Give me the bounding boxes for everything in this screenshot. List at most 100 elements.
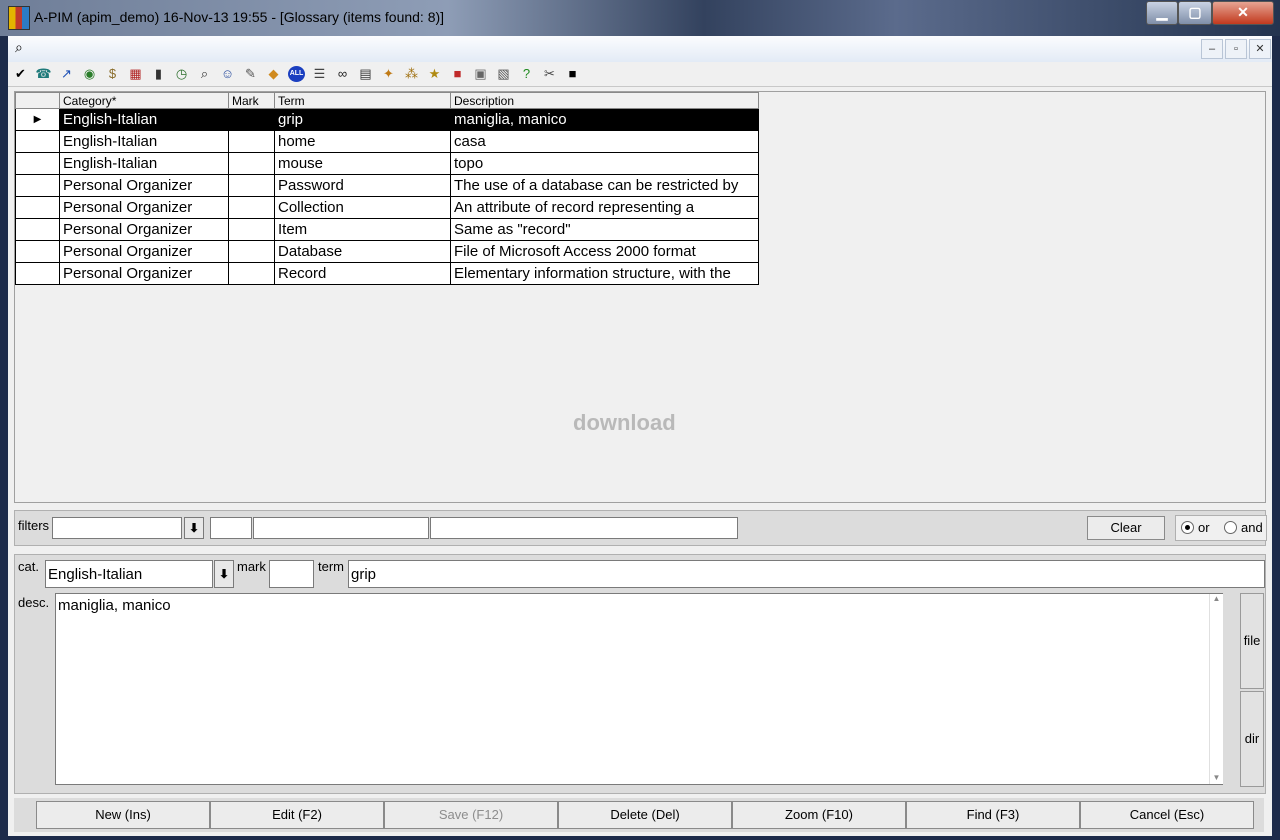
scroll-down-icon[interactable]: ▼ xyxy=(1210,773,1223,782)
cell-description[interactable]: File of Microsoft Access 2000 format xyxy=(450,240,759,263)
arrow-icon[interactable]: ↗ xyxy=(58,66,75,82)
filter-category-input[interactable] xyxy=(52,517,182,539)
column-header-term[interactable]: Term xyxy=(274,92,451,109)
table-row[interactable]: ▶ English-Italian grip maniglia, manico xyxy=(15,108,759,131)
column-header-category[interactable]: Category* xyxy=(59,92,229,109)
table-row[interactable]: Personal Organizer Record Elementary infor… xyxy=(15,262,759,285)
palette-icon[interactable]: ✦ xyxy=(380,66,397,82)
cell-category[interactable]: Personal Organizer xyxy=(59,174,229,197)
cell-description[interactable]: maniglia, manico xyxy=(450,108,759,131)
close-button[interactable]: ✕ xyxy=(1212,1,1274,25)
chart-icon[interactable]: ▮ xyxy=(150,66,167,82)
lock-icon[interactable]: ▣ xyxy=(472,66,489,82)
cell-term[interactable]: mouse xyxy=(274,152,451,175)
mdi-close-button[interactable]: ✕ xyxy=(1249,39,1271,59)
desc-scrollbar[interactable]: ▲ ▼ xyxy=(1209,594,1223,784)
cell-mark[interactable] xyxy=(228,240,275,263)
book-icon[interactable]: ◆ xyxy=(265,66,282,82)
globe-icon[interactable]: ◉ xyxy=(81,66,98,82)
cell-description[interactable]: casa xyxy=(450,130,759,153)
cell-category[interactable]: Personal Organizer xyxy=(59,262,229,285)
mdi-minimize-button[interactable]: – xyxy=(1201,39,1223,59)
network-icon[interactable]: ⁂ xyxy=(403,66,420,82)
cat-dropdown-icon[interactable]: ⬇ xyxy=(214,560,234,588)
find-window-icon[interactable]: ⌕ xyxy=(15,39,33,55)
table-row[interactable]: English-Italian mouse topo xyxy=(15,152,759,175)
list-icon[interactable]: ☰ xyxy=(311,66,328,82)
filter-category-dropdown-icon[interactable]: ⬇ xyxy=(184,517,204,539)
table-icon[interactable]: ▤ xyxy=(357,66,374,82)
row-indicator[interactable] xyxy=(15,218,60,241)
person-icon[interactable]: ☺ xyxy=(219,66,236,82)
tools-icon[interactable]: ✂ xyxy=(541,66,558,82)
cell-category[interactable]: Personal Organizer xyxy=(59,240,229,263)
cell-mark[interactable] xyxy=(228,262,275,285)
column-header-description[interactable]: Description xyxy=(450,92,759,109)
cell-description[interactable]: Same as "record" xyxy=(450,218,759,241)
scroll-up-icon[interactable]: ▲ xyxy=(1210,594,1223,603)
binoculars-icon[interactable]: ∞ xyxy=(334,66,351,82)
table-row[interactable]: Personal Organizer Item Same as "record" xyxy=(15,218,759,241)
cell-mark[interactable] xyxy=(228,196,275,219)
file-button[interactable]: file xyxy=(1240,593,1264,689)
cell-category[interactable]: English-Italian xyxy=(59,130,229,153)
cell-category[interactable]: English-Italian xyxy=(59,108,229,131)
cell-mark[interactable] xyxy=(228,152,275,175)
row-indicator[interactable] xyxy=(15,130,60,153)
filter-mark-input[interactable] xyxy=(210,517,252,539)
edit-button[interactable]: Edit (F2) xyxy=(210,801,384,829)
mdi-restore-button[interactable]: ▫ xyxy=(1225,39,1247,59)
calendar-icon[interactable]: ▦ xyxy=(127,66,144,82)
cell-mark[interactable] xyxy=(228,108,275,131)
term-input[interactable] xyxy=(348,560,1265,588)
archive-icon[interactable]: ▧ xyxy=(495,66,512,82)
filter-term-input[interactable] xyxy=(253,517,429,539)
desc-textarea[interactable] xyxy=(55,593,1223,785)
cell-description[interactable]: topo xyxy=(450,152,759,175)
cell-mark[interactable] xyxy=(228,130,275,153)
filter-description-input[interactable] xyxy=(430,517,738,539)
notes-icon[interactable]: ✎ xyxy=(242,66,259,82)
cell-mark[interactable] xyxy=(228,174,275,197)
cell-category[interactable]: Personal Organizer xyxy=(59,218,229,241)
minimize-button[interactable]: ▁ xyxy=(1146,1,1178,25)
clock-icon[interactable]: ◷ xyxy=(173,66,190,82)
save-button[interactable]: Save (F12) xyxy=(384,801,558,829)
cell-category[interactable]: English-Italian xyxy=(59,152,229,175)
cell-term[interactable]: grip xyxy=(274,108,451,131)
cat-input[interactable] xyxy=(45,560,213,588)
delete-button[interactable]: Delete (Del) xyxy=(558,801,732,829)
mark-input[interactable] xyxy=(269,560,314,588)
cell-term[interactable]: Collection xyxy=(274,196,451,219)
cell-description[interactable]: An attribute of record representing a xyxy=(450,196,759,219)
new-button[interactable]: New (Ins) xyxy=(36,801,210,829)
star-note-icon[interactable]: ★ xyxy=(426,66,443,82)
cancel-button[interactable]: Cancel (Esc) xyxy=(1080,801,1254,829)
table-row[interactable]: English-Italian home casa xyxy=(15,130,759,153)
table-row[interactable]: Personal Organizer Database File of Micros… xyxy=(15,240,759,263)
cell-description[interactable]: Elementary information structure, with t… xyxy=(450,262,759,285)
cell-term[interactable]: Database xyxy=(274,240,451,263)
table-row[interactable]: Personal Organizer Password The use of a d… xyxy=(15,174,759,197)
and-radio[interactable] xyxy=(1224,521,1237,534)
cell-mark[interactable] xyxy=(228,218,275,241)
row-indicator[interactable] xyxy=(15,262,60,285)
row-indicator[interactable] xyxy=(15,240,60,263)
all-icon[interactable]: ALL xyxy=(288,66,305,82)
row-indicator[interactable] xyxy=(15,174,60,197)
column-header-mark[interactable]: Mark xyxy=(228,92,275,109)
cell-term[interactable]: Password xyxy=(274,174,451,197)
search-icon[interactable]: ⌕ xyxy=(196,66,213,82)
cell-description[interactable]: The use of a database can be restricted … xyxy=(450,174,759,197)
table-row[interactable]: Personal Organizer Collection An attribute… xyxy=(15,196,759,219)
maximize-button[interactable]: ▢ xyxy=(1178,1,1212,25)
help-icon[interactable]: ? xyxy=(518,66,535,82)
phone-icon[interactable]: ☎ xyxy=(35,66,52,82)
zoom-button[interactable]: Zoom (F10) xyxy=(732,801,906,829)
cell-term[interactable]: home xyxy=(274,130,451,153)
console-icon[interactable]: ■ xyxy=(564,66,581,82)
cell-term[interactable]: Item xyxy=(274,218,451,241)
cell-category[interactable]: Personal Organizer xyxy=(59,196,229,219)
find-button[interactable]: Find (F3) xyxy=(906,801,1080,829)
dir-button[interactable]: dir xyxy=(1240,691,1264,787)
